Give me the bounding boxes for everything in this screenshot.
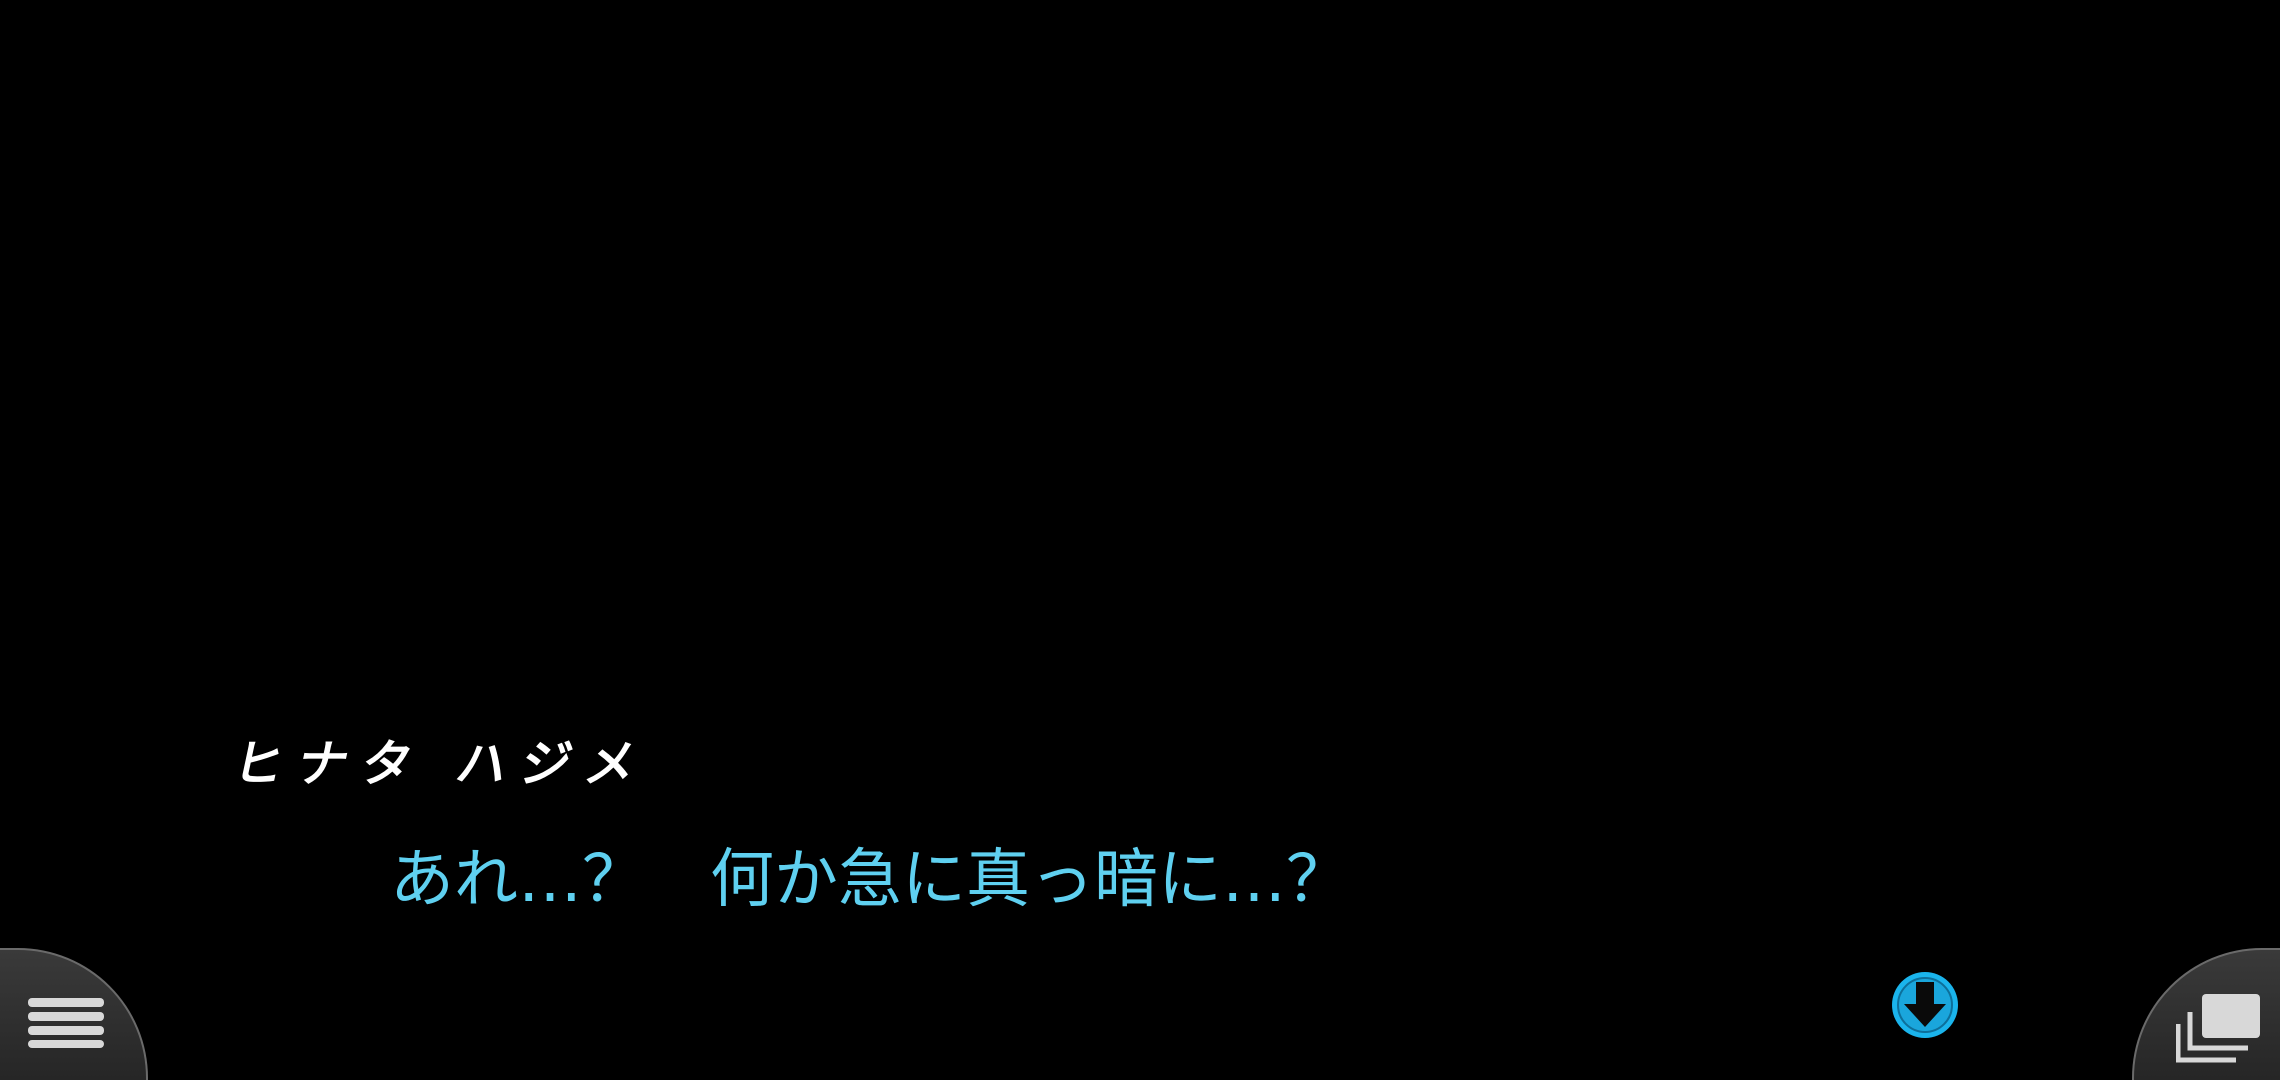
down-arrow-circle-icon[interactable] bbox=[1890, 970, 1960, 1040]
speaker-name: ヒナタ ハジメ bbox=[227, 735, 656, 793]
dialogue-text: あれ…？ 何か急に真っ暗に…？ bbox=[390, 843, 1350, 917]
stacked-windows-icon bbox=[2176, 994, 2260, 1063]
game-screen[interactable]: ヒナタ ハジメ あれ…？ 何か急に真っ暗に…？ bbox=[0, 0, 2280, 1080]
hamburger-menu-icon bbox=[28, 998, 104, 1048]
log-button[interactable] bbox=[2132, 948, 2280, 1080]
menu-button[interactable] bbox=[0, 948, 148, 1080]
